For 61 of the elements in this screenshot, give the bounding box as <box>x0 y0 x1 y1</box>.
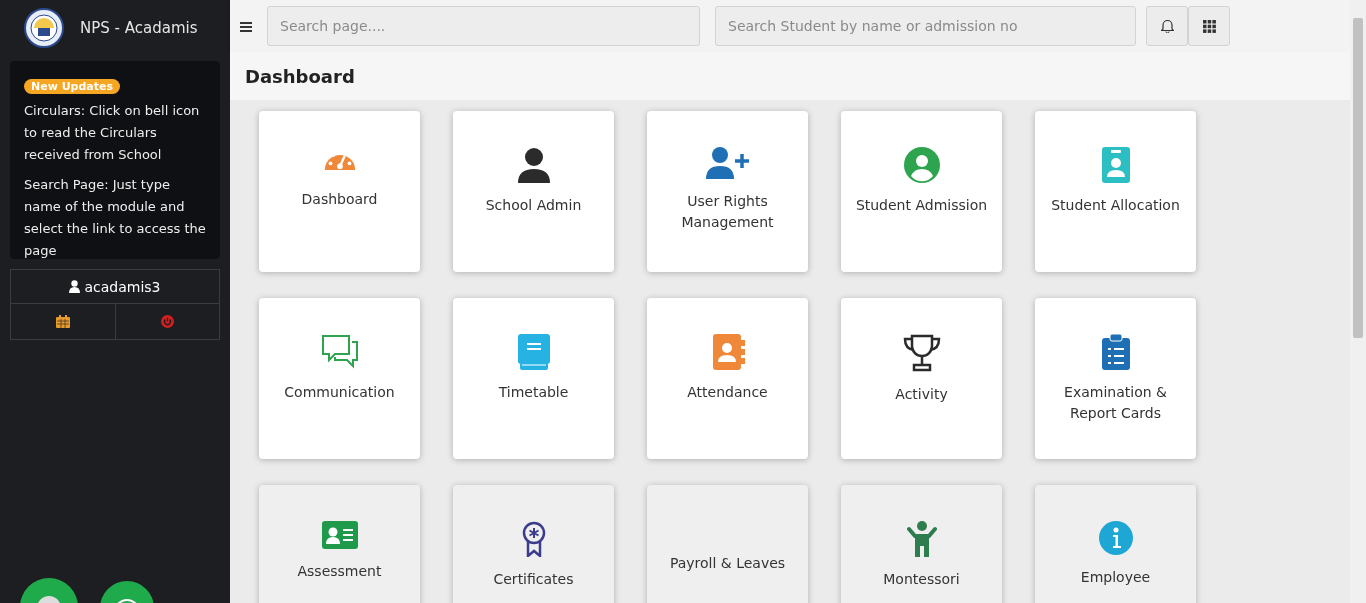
module-tile[interactable]: Student Allocation <box>1035 111 1196 272</box>
username: acadamis3 <box>84 278 161 295</box>
id-badge-icon <box>1101 147 1130 183</box>
calendar-icon <box>55 315 70 328</box>
module-tile[interactable]: User Rights Management <box>647 111 808 272</box>
award-ribbon-icon <box>521 521 546 557</box>
module-tile[interactable]: School Admin <box>453 111 614 272</box>
grid-icon <box>1202 19 1216 33</box>
child-figure-icon <box>906 521 937 557</box>
power-icon <box>160 315 174 328</box>
module-tile[interactable]: Attendance <box>647 298 808 459</box>
user-circle-icon <box>903 147 940 183</box>
new-updates-badge: New Updates <box>24 79 121 94</box>
tile-label: Dashboard <box>300 190 379 209</box>
module-tile[interactable]: Timetable <box>453 298 614 459</box>
tile-label: Timetable <box>497 383 570 402</box>
tile-label: Montessori <box>882 570 961 589</box>
apps-button[interactable] <box>1188 6 1230 46</box>
module-tile[interactable]: Communication <box>259 298 420 459</box>
module-tile[interactable]: Payroll & Leaves <box>647 485 808 603</box>
tile-label: Payroll & Leaves <box>668 554 787 573</box>
tile-label: Activity <box>894 385 949 404</box>
module-tile[interactable]: Dashboard <box>259 111 420 272</box>
update-note: Circulars: Click on bell icon to read the Circulars received from School <box>24 102 201 164</box>
page-search-field[interactable]: Search page.... <box>267 6 700 46</box>
tile-label: Examination & Report Cards <box>1063 383 1168 423</box>
info-icon <box>1098 521 1133 555</box>
tile-label: Attendance <box>686 383 769 402</box>
tile-label: User Rights Management <box>680 192 775 232</box>
tile-label: Employee <box>1079 568 1152 587</box>
module-tile[interactable]: Examination & Report Cards <box>1035 298 1196 459</box>
module-tile[interactable]: Certificates <box>453 485 614 603</box>
tile-label: Certificates <box>492 570 575 589</box>
tile-label: Assessment <box>296 562 383 581</box>
user-plus-icon <box>705 147 750 179</box>
module-tile[interactable]: Activity <box>841 298 1002 459</box>
user-icon <box>515 147 552 183</box>
tile-label: Student Allocation <box>1050 196 1181 215</box>
page-title: Dashboard <box>245 65 355 87</box>
student-search-field[interactable]: Search Student by name or admission no <box>715 6 1136 46</box>
module-tile[interactable]: Montessori <box>841 485 1002 603</box>
trophy-icon <box>902 334 941 372</box>
app-title: NPS - Acadamis <box>80 19 198 37</box>
tile-label: Communication <box>283 383 396 402</box>
book-icon <box>517 334 550 370</box>
notifications-button[interactable] <box>1146 6 1188 46</box>
scrollbar[interactable] <box>1350 0 1366 603</box>
school-logo-icon <box>24 8 64 48</box>
module-tile[interactable]: Employee <box>1035 485 1196 603</box>
contacts-book-icon <box>710 334 745 370</box>
clipboard-icon <box>1101 334 1130 370</box>
scrollbar-thumb[interactable] <box>1353 18 1363 338</box>
tile-label: School Admin <box>484 196 583 215</box>
update-note: Search Page: Just type name of the module and select the link to access the page <box>24 176 207 260</box>
menu-icon <box>240 21 252 32</box>
module-tile[interactable]: Assessment <box>259 485 420 603</box>
module-tile[interactable]: Student Admission <box>841 111 1002 272</box>
bell-icon <box>1160 19 1174 33</box>
tile-label: Student Admission <box>854 196 989 215</box>
person-icon <box>69 280 81 293</box>
id-card-icon <box>321 521 358 549</box>
